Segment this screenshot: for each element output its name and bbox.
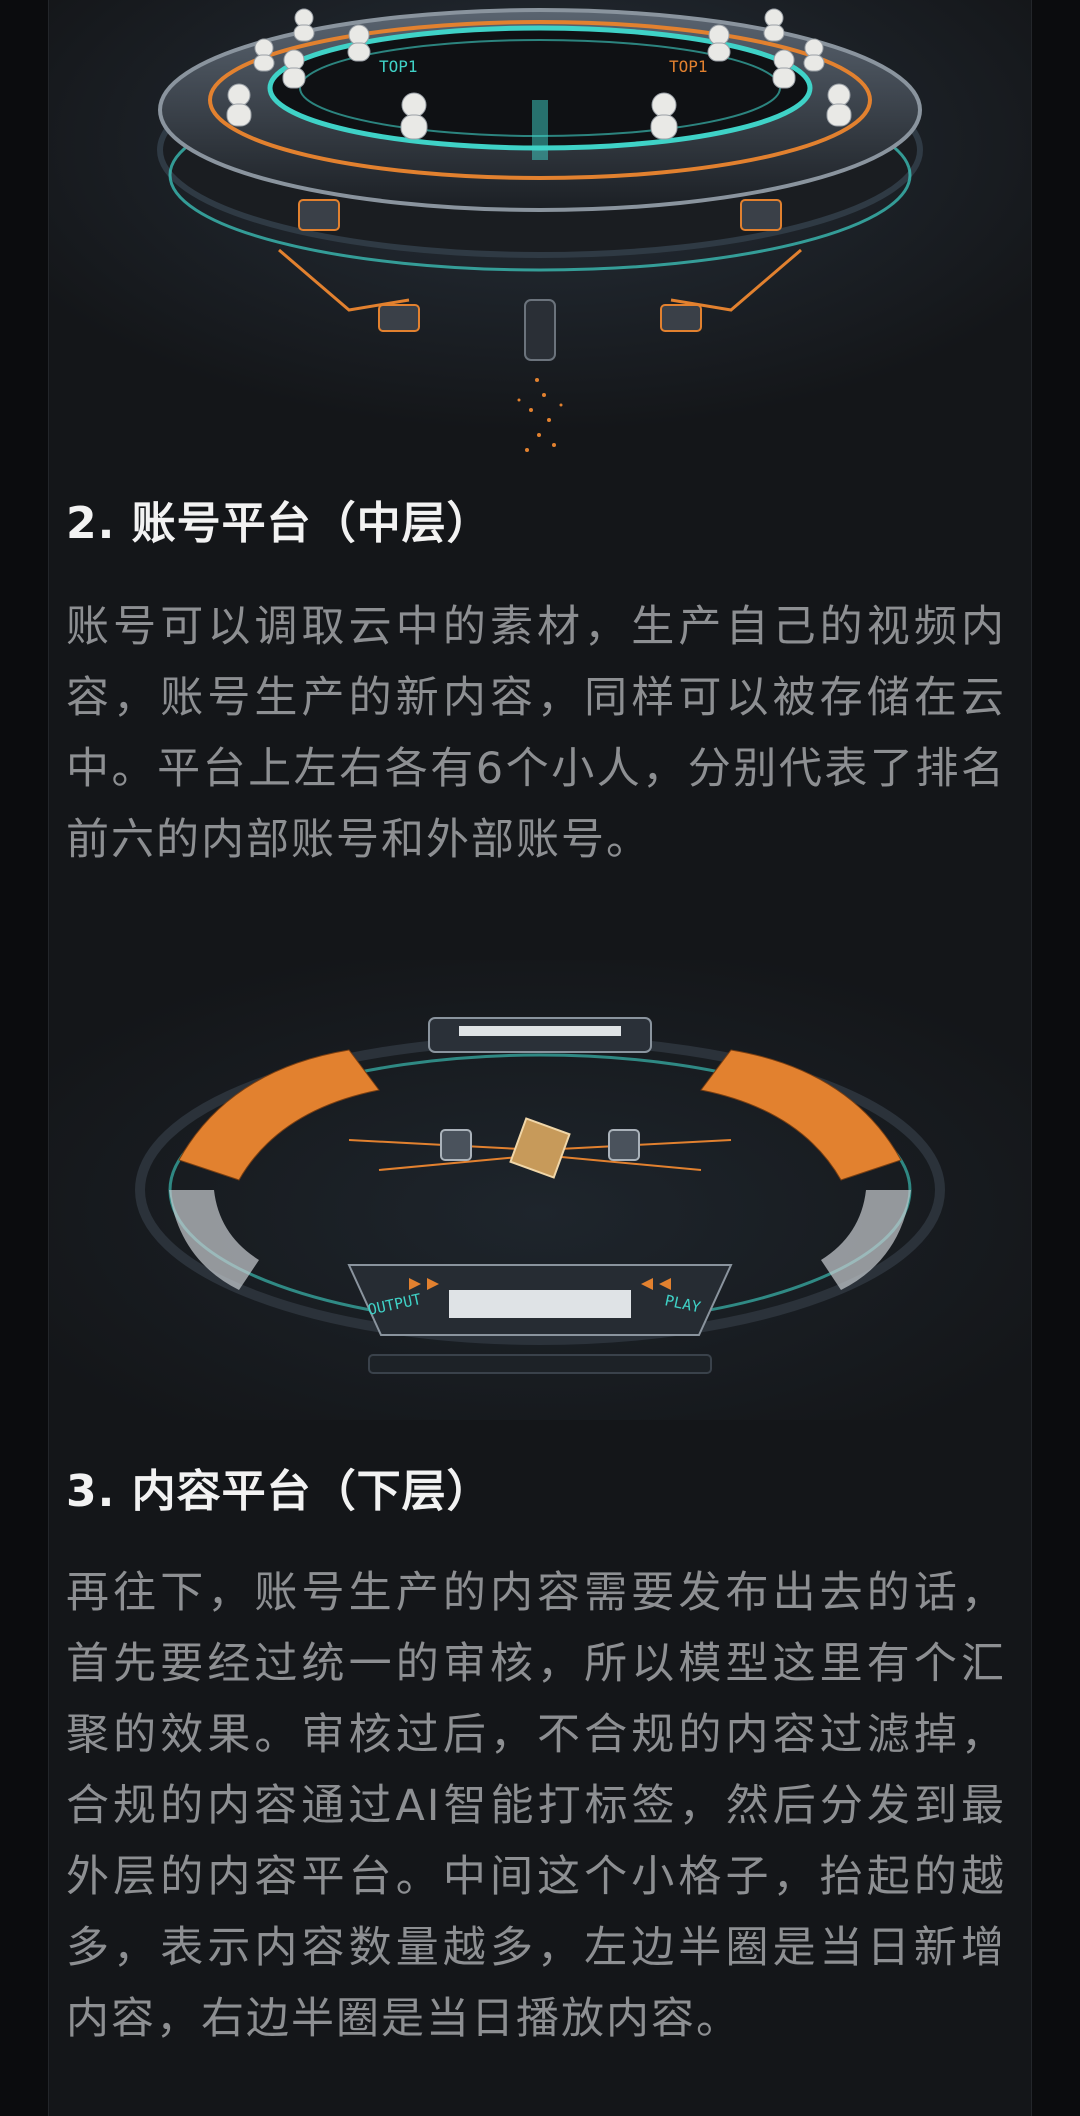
page: TOP1 TOP1 2. 账号平台（中层） 账号可以调取云中的素材，生产自己的视… (0, 0, 1080, 2116)
badge-top1-right: TOP1 (669, 57, 708, 76)
section-3-paragraph: 再往下，账号生产的内容需要发布出去的话，首先要经过统一的审核，所以模型这里有个汇… (66, 1568, 1006, 2044)
account-platform-ring-graphic: TOP1 TOP1 (49, 0, 1031, 480)
right-gutter (1031, 0, 1080, 2116)
content-platform-illustration: OUTPUT PLAY (49, 960, 1031, 1420)
section-2-heading: 2. 账号平台（中层） (66, 498, 492, 549)
section-3-heading: 3. 内容平台（下层） (66, 1466, 492, 1517)
account-platform-illustration: TOP1 TOP1 (49, 0, 1031, 480)
content-platform-graphic: OUTPUT PLAY (49, 960, 1031, 1420)
section-2-paragraph: 账号可以调取云中的素材，生产自己的视频内容，账号生产的新内容，同样可以被存储在云… (66, 602, 1006, 865)
badge-top1-left: TOP1 (379, 57, 418, 76)
left-gutter (0, 0, 49, 2116)
